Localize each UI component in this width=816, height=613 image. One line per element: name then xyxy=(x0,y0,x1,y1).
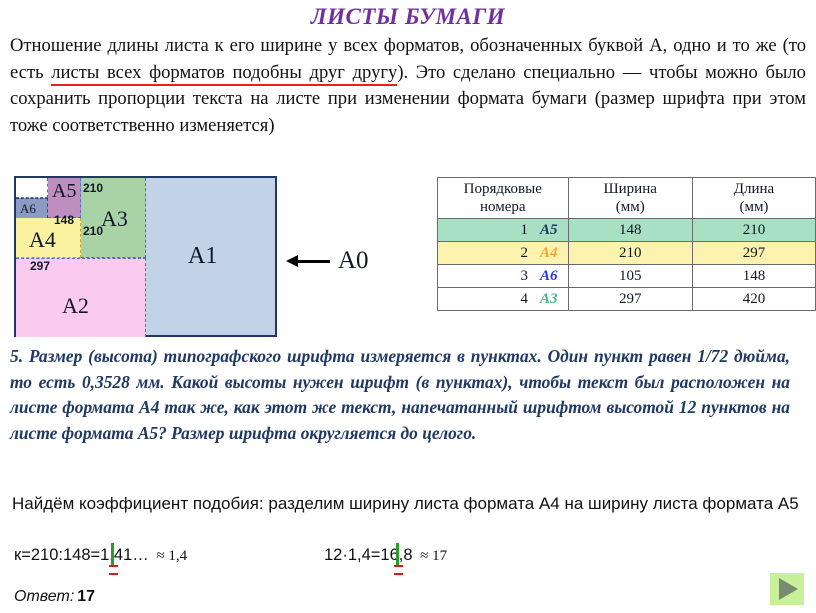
cell-length: 297 xyxy=(691,241,816,265)
next-slide-button[interactable] xyxy=(770,573,804,605)
dimension-a4-width: 210 xyxy=(83,224,104,238)
left-arrow-icon xyxy=(286,255,330,267)
header-order-line2: номера xyxy=(479,199,526,215)
problem-statement: 5. Размер (высота) типографского шрифта … xyxy=(10,344,790,446)
text-caret-icon xyxy=(111,543,114,565)
dimension-a4-height: 297 xyxy=(30,259,51,273)
calculation-font-size-main: 12·1,4=16,8 xyxy=(324,546,413,564)
a0-annotation: А0 xyxy=(286,244,369,278)
diagram-zone-a1-label: А1 xyxy=(188,243,218,269)
cell-length: 420 xyxy=(691,287,816,311)
diagram-zone-a5: А5 xyxy=(48,178,81,218)
diagram-zone-a4-label: А4 xyxy=(29,227,56,252)
diagram-zone-a3-label: А3 xyxy=(101,206,128,231)
cell-format: А6 xyxy=(540,268,558,284)
solution-calculations: к=210:148=1,41… ≈ 1,4 12·1,4=16,8 ≈ 17 xyxy=(14,543,714,575)
cell-width: 148 xyxy=(567,218,693,242)
cell-order-number: 1 xyxy=(520,222,529,238)
answer-line: Ответ: 17 xyxy=(14,588,95,606)
diagram-zone-a6: А6 xyxy=(16,198,48,218)
diagram-zone-a6-label: А6 xyxy=(20,201,36,216)
calculation-font-size: 12·1,4=16,8 ≈ 17 xyxy=(324,543,448,575)
diagram-zone-a1: А1 xyxy=(146,178,275,337)
calculation-coefficient-main: к=210:148=1,41… xyxy=(14,546,149,564)
calculation-coefficient-approx: ≈ 1,4 xyxy=(156,548,188,564)
answer-value: 17 xyxy=(77,588,96,605)
problem-text: Размер (высота) типографского шрифта изм… xyxy=(10,346,790,443)
header-width-line1: Ширина xyxy=(603,181,657,197)
header-length: Длина (мм) xyxy=(691,177,816,219)
problem-number: 5. xyxy=(10,346,24,366)
cell-length: 210 xyxy=(691,218,816,242)
diagram-zone-a5-label: А5 xyxy=(52,180,77,202)
cell-order: 1 А5 xyxy=(437,218,569,242)
intro-underlined-phrase: листы всех форматов подобны друг другу xyxy=(51,61,398,86)
calculation-font-size-approx: ≈ 17 xyxy=(420,548,448,564)
paper-formats-diagram: А1 А2 А3 А4 А5 А6 210 148 210 297 xyxy=(14,176,277,337)
equals-mark-icon xyxy=(394,565,403,575)
calculation-coefficient: к=210:148=1,41… ≈ 1,4 xyxy=(14,543,188,575)
cell-width: 297 xyxy=(567,287,693,311)
header-order-line1: Порядковые xyxy=(463,181,542,197)
diagram-zone-blank xyxy=(16,178,48,198)
dimension-a3-width: 210 xyxy=(83,181,104,195)
answer-label: Ответ: xyxy=(14,588,75,605)
page-title: ЛИСТЫ БУМАГИ xyxy=(310,4,506,29)
solution-step-text: Найдём коэффициент подобия: разделим шир… xyxy=(12,494,799,513)
dimension-a5-width: 148 xyxy=(54,213,75,227)
paper-sizes-table: Порядковые номера Ширина (мм) Длина (мм)… xyxy=(437,177,816,311)
cell-width: 105 xyxy=(567,264,693,288)
table-row: 2 А4 210 297 xyxy=(437,241,816,265)
header-order: Порядковые номера xyxy=(437,177,569,219)
play-triangle-icon xyxy=(779,578,798,600)
cell-format: А3 xyxy=(540,291,558,307)
table-row: 4 А3 297 420 xyxy=(437,287,816,311)
cell-format: А4 xyxy=(540,245,558,261)
equals-mark-icon xyxy=(109,565,118,575)
header-width-line2: (мм) xyxy=(615,199,645,215)
slide-canvas: ЛИСТЫ БУМАГИ Отношение длины листа к его… xyxy=(0,0,816,613)
diagram-zone-a2-label: А2 xyxy=(62,293,89,318)
cell-format: А5 xyxy=(540,222,558,238)
header-length-line2: (мм) xyxy=(739,199,769,215)
header-length-line1: Длина xyxy=(733,181,775,197)
cell-order: 4 А3 xyxy=(437,287,569,311)
cell-order-number: 2 xyxy=(520,245,529,261)
table-header-row: Порядковые номера Ширина (мм) Длина (мм) xyxy=(437,177,816,219)
table-row: 3 А6 105 148 xyxy=(437,264,816,288)
cell-order-number: 3 xyxy=(520,268,529,284)
cell-length: 148 xyxy=(691,264,816,288)
cell-width: 210 xyxy=(567,241,693,265)
intro-paragraph: Отношение длины листа к его ширине у все… xyxy=(10,33,806,139)
header-width: Ширина (мм) xyxy=(567,177,693,219)
a0-label: А0 xyxy=(338,247,369,274)
cell-order-number: 4 xyxy=(520,291,529,307)
cell-order: 2 А4 xyxy=(437,241,569,265)
text-caret-icon xyxy=(396,543,399,565)
table-row: 1 А5 148 210 xyxy=(437,218,816,242)
cell-order: 3 А6 xyxy=(437,264,569,288)
